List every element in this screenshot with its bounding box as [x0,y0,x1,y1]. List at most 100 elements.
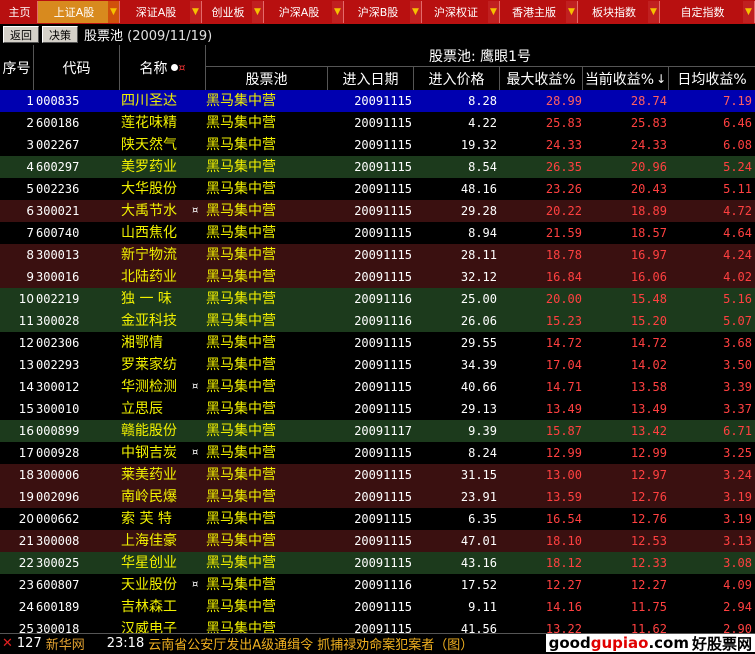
stock-code: 002306 [36,336,80,350]
dropdown-arrow-icon[interactable]: ▼ [648,1,659,23]
table-row[interactable]: 15 300010 立思辰 黑马集中营 20091115 29.13 13.49 13.49 3… [0,398,755,420]
market-tab-2[interactable]: 深证A股 ▼ [120,1,202,23]
pool-name-cell: 黑马集中营 [206,533,276,549]
entry-date: 20091117 [354,424,412,438]
table-row[interactable]: 7 600740 山西焦化 黑马集中营 20091115 8.94 21.59 18.57 4.… [0,222,755,244]
pool-name-cell: 黑马集中营 [206,159,276,175]
current-return: 13.49 [630,402,667,416]
table-row[interactable]: 23 600807 天业股份 ¤ 黑马集中营 20091116 17.52 12.27 12.2… [0,574,755,596]
col-header-max-return[interactable]: 最大收益% [500,67,583,90]
col-header-name[interactable]: 名称 ¤ [120,45,206,90]
current-return: 18.57 [630,226,667,240]
table-row[interactable]: 3 002267 陕天然气 黑马集中营 20091115 19.32 24.33 24.33 6… [0,134,755,156]
entry-date: 20091115 [354,204,412,218]
col-header-date[interactable]: 进入日期 [328,67,414,90]
dropdown-arrow-icon[interactable]: ▼ [332,1,343,23]
dropdown-arrow-icon[interactable]: ▼ [566,1,577,23]
stock-mark-icon [192,90,202,112]
entry-price: 47.01 [460,534,497,548]
pool-name-cell: 黑马集中营 [206,379,276,395]
col-header-pool[interactable]: 股票池 [206,67,328,90]
table-row[interactable]: 17 000928 中钢吉炭 ¤ 黑马集中营 20091115 8.24 12.99 12.99… [0,442,755,464]
table-row[interactable]: 13 002293 罗莱家纺 黑马集中营 20091115 34.39 17.04 14.02… [0,354,755,376]
pool-name-cell: 黑马集中营 [206,489,276,505]
decision-button[interactable]: 决策 [42,26,78,43]
pool-name-cell: 黑马集中营 [206,203,276,219]
dropdown-arrow-icon[interactable]: ▼ [488,1,499,23]
table-row[interactable]: 4 600297 美罗药业 黑马集中营 20091115 8.54 26.35 20.96 5.… [0,156,755,178]
col-header-price[interactable]: 进入价格 [414,67,500,90]
market-tab-4[interactable]: 沪深A股 ▼ [264,1,344,23]
table-row[interactable]: 8 300013 新宁物流 黑马集中营 20091115 28.11 18.78 16.97 4… [0,244,755,266]
stock-mark-icon [192,486,202,508]
close-icon[interactable]: ✕ [2,636,13,651]
table-row[interactable]: 11 300028 金亚科技 黑马集中营 20091116 26.06 15.23 15.20… [0,310,755,332]
row-index: 2 [26,116,34,130]
entry-date: 20091115 [354,94,412,108]
market-tab-label: 板块指数 [592,6,636,19]
pool-name-cell: 黑马集中营 [206,423,276,439]
entry-date: 20091115 [354,270,412,284]
table-row[interactable]: 14 300012 华测检测 ¤ 黑马集中营 20091115 40.66 14.71 13.5… [0,376,755,398]
max-return: 14.16 [545,600,582,614]
stock-mark-icon [192,222,202,244]
table-row[interactable]: 2 600186 莲花味精 黑马集中营 20091115 4.22 25.83 25.83 6.… [0,112,755,134]
stock-code: 300013 [36,248,80,262]
market-tab-3[interactable]: 创业板 ▼ [202,1,264,23]
table-row[interactable]: 6 300021 大禹节水 ¤ 黑马集中营 20091115 29.28 20.22 18.89… [0,200,755,222]
market-tab-6[interactable]: 沪深权证 ▼ [422,1,500,23]
col-header-code[interactable]: 代码 [34,45,120,90]
back-button[interactable]: 返回 [3,26,39,43]
pool-date: (2009/11/19) [127,29,213,44]
stock-code: 300025 [36,556,80,570]
news-headline[interactable]: 云南省公安厅发出A级通缉令 抓捕禄劝命案犯案者（图） [148,634,568,653]
col-header-index[interactable]: 序号 [0,45,34,90]
dropdown-arrow-icon[interactable]: ▼ [190,1,201,23]
dropdown-arrow-icon[interactable]: ▼ [743,1,754,23]
market-tab-bar: 主页 上证A股 ▼ 深证A股 ▼ 创业板 ▼ 沪深A股 ▼ 沪深B股 ▼ 沪深权证 ▼ 香港主版 ▼ 板块指数… [0,0,755,24]
dropdown-arrow-icon[interactable]: ▼ [410,1,421,23]
pool-name-cell: 黑马集中营 [206,225,276,241]
entry-date: 20091115 [354,358,412,372]
max-return: 12.99 [545,446,582,460]
market-tab-5[interactable]: 沪深B股 ▼ [344,1,422,23]
col-header-current-return[interactable]: 当前收益% ↓ [583,67,669,90]
row-index: 15 [18,402,34,416]
entry-price: 26.06 [460,314,497,328]
table-row[interactable]: 19 002096 南岭民爆 黑马集中营 20091115 23.91 13.59 12.76… [0,486,755,508]
row-index: 5 [26,182,34,196]
table-row[interactable]: 1 000835 四川圣达 黑马集中营 20091115 8.28 28.99 28.74 7.… [0,90,755,112]
max-return: 16.84 [545,270,582,284]
table-row[interactable]: 5 002236 大华股份 黑马集中营 20091115 48.16 23.26 20.43 5… [0,178,755,200]
current-return: 25.83 [630,116,667,130]
market-tab-8[interactable]: 板块指数 ▼ [578,1,660,23]
market-tab-label: 创业板 [211,6,245,19]
dropdown-arrow-icon[interactable]: ▼ [252,1,263,23]
table-row[interactable]: 10 002219 独 一 味黑马集中营 20091116 25.00 20.00 15.4… [0,288,755,310]
toolbar: 返回 决策 股票池 (2009/11/19) [0,24,755,46]
table-row[interactable]: 22 300025 华星创业 黑马集中营 20091115 43.16 18.12 12.33… [0,552,755,574]
entry-price: 29.13 [460,402,497,416]
market-tab-7[interactable]: 香港主版 ▼ [500,1,578,23]
brand-part-4: 好股票网 [691,634,752,653]
table-row[interactable]: 16 000899 赣能股份 黑马集中营 20091117 9.39 15.87 13.42 6… [0,420,755,442]
stock-code: 300006 [36,468,80,482]
dropdown-arrow-icon[interactable]: ▼ [108,1,119,23]
table-row[interactable]: 20 000662 索 芙 特黑马集中营 20091115 6.35 16.54 12.76… [0,508,755,530]
market-tab-9[interactable]: 自定指数 ▼ [660,1,755,23]
market-tab-1[interactable]: 上证A股 ▼ [38,1,120,23]
table-row[interactable]: 12 002306 湘鄂情 黑马集中营 20091115 29.55 14.72 14.72 3… [0,332,755,354]
table-row[interactable]: 18 300006 莱美药业 黑马集中营 20091115 31.15 13.00 12.97… [0,464,755,486]
table-row[interactable]: 24 600189 吉林森工 黑马集中营 20091115 9.11 14.16 11.75 2… [0,596,755,618]
entry-price: 8.94 [468,226,497,240]
table-row[interactable]: 21 300008 上海佳豪 黑马集中营 20091115 47.01 18.10 12.53… [0,530,755,552]
table-header: 股票池: 鹰眼1号 序号 代码 名称 ¤ 股票池 进入日期 进入价格 最大收益%… [0,45,755,90]
table-row[interactable]: 9 300016 北陆药业 黑马集中营 20091115 32.12 16.84 16.06 4… [0,266,755,288]
col-header-daily-return[interactable]: 日均收益% [669,67,755,90]
brand-part-2: gupiao [590,634,649,652]
daily-return: 7.19 [723,94,752,108]
entry-price: 29.55 [460,336,497,350]
max-return: 20.22 [545,204,582,218]
market-tab-0[interactable]: 主页 [0,1,38,23]
current-return: 12.76 [630,512,667,526]
